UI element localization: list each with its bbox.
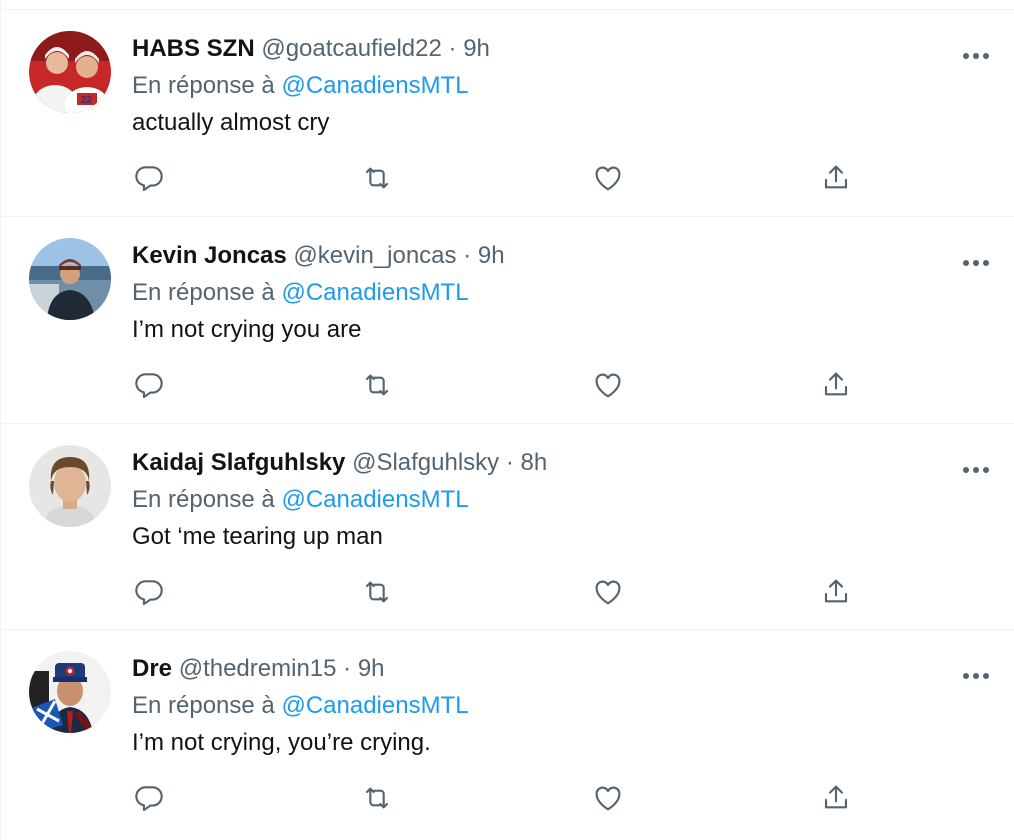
like-button[interactable] — [588, 365, 628, 405]
author-handle[interactable]: @Slafguhlsky — [352, 449, 499, 476]
reply-prefix: En réponse à — [132, 486, 275, 513]
tweet-actions — [1, 778, 1014, 818]
separator-dot: · — [505, 449, 514, 476]
author-handle[interactable]: @goatcaufield22 — [261, 35, 442, 62]
man-with-flag-avatar-icon — [29, 651, 111, 733]
more-icon — [963, 260, 989, 266]
tweet[interactable]: Kaidaj Slafguhlsky @Slafguhlsky · 8h En … — [1, 423, 1014, 629]
tweet-header: Dre @thedremin15 · 9h — [132, 654, 385, 684]
retweet-icon — [365, 787, 389, 809]
reply-mention-link[interactable]: @CanadiensMTL — [281, 692, 468, 719]
timestamp[interactable]: 9h — [478, 242, 505, 269]
young-man-portrait-avatar-icon — [29, 445, 111, 527]
reply-mention-link[interactable]: @CanadiensMTL — [281, 279, 468, 306]
tweet-actions — [1, 572, 1014, 612]
tweet-text: actually almost cry — [132, 109, 330, 136]
timestamp[interactable]: 9h — [358, 655, 385, 682]
separator-dot: · — [343, 655, 352, 682]
reply-context: En réponse à @CanadiensMTL — [132, 278, 469, 308]
tweet-text: Got ‘me tearing up man — [132, 523, 383, 550]
like-icon — [595, 580, 621, 605]
more-button[interactable] — [960, 46, 992, 66]
author-name[interactable]: HABS SZN — [132, 35, 255, 62]
avatar[interactable] — [29, 651, 111, 733]
reply-icon — [135, 373, 163, 399]
person-by-water-avatar-icon — [29, 238, 111, 320]
like-icon — [595, 786, 621, 811]
tweet-text: I’m not crying you are — [132, 316, 362, 343]
tweet-actions — [1, 365, 1014, 405]
more-button[interactable] — [960, 666, 992, 686]
like-icon — [595, 373, 621, 398]
share-button[interactable] — [816, 572, 856, 612]
like-button[interactable] — [588, 572, 628, 612]
retweet-button[interactable] — [357, 158, 397, 198]
avatar[interactable] — [29, 238, 111, 320]
tweet[interactable]: Dre @thedremin15 · 9h En réponse à @Cana… — [1, 629, 1014, 835]
hockey-players-avatar-icon: 22 — [29, 31, 111, 113]
retweet-icon — [365, 167, 389, 189]
share-icon — [824, 165, 848, 189]
share-icon — [824, 579, 848, 603]
tweet-header: HABS SZN @goatcaufield22 · 9h — [132, 34, 490, 64]
share-button[interactable] — [816, 778, 856, 818]
reply-context: En réponse à @CanadiensMTL — [132, 71, 469, 101]
tweet-header: Kaidaj Slafguhlsky @Slafguhlsky · 8h — [132, 448, 547, 478]
like-button[interactable] — [588, 778, 628, 818]
more-button[interactable] — [960, 460, 992, 480]
retweet-icon — [365, 581, 389, 603]
reply-mention-link[interactable]: @CanadiensMTL — [281, 486, 468, 513]
timestamp[interactable]: 9h — [463, 35, 490, 62]
avatar[interactable] — [29, 445, 111, 527]
reply-prefix: En réponse à — [132, 279, 275, 306]
reply-button[interactable] — [129, 158, 169, 198]
tweet-feed: 22 HABS SZN @goatcaufield22 · 9h En répo… — [0, 0, 1014, 840]
reply-button[interactable] — [129, 365, 169, 405]
retweet-button[interactable] — [357, 365, 397, 405]
more-icon — [963, 467, 989, 473]
reply-button[interactable] — [129, 778, 169, 818]
reply-context: En réponse à @CanadiensMTL — [132, 691, 469, 721]
share-icon — [824, 372, 848, 396]
tweet-text: I’m not crying, you’re crying. — [132, 729, 431, 756]
retweet-button[interactable] — [357, 572, 397, 612]
svg-text:22: 22 — [81, 95, 93, 106]
more-icon — [963, 673, 989, 679]
like-button[interactable] — [588, 158, 628, 198]
avatar[interactable]: 22 — [29, 31, 111, 113]
tweet-actions — [1, 158, 1014, 198]
retweet-button[interactable] — [357, 778, 397, 818]
retweet-icon — [365, 374, 389, 396]
separator-dot: · — [463, 242, 472, 269]
reply-icon — [135, 580, 163, 606]
share-button[interactable] — [816, 365, 856, 405]
separator-dot: · — [448, 35, 457, 62]
tweet[interactable]: Kevin Joncas @kevin_joncas · 9h En répon… — [1, 216, 1014, 422]
author-name[interactable]: Dre — [132, 655, 172, 682]
reply-icon — [135, 166, 163, 192]
tweet-header: Kevin Joncas @kevin_joncas · 9h — [132, 241, 505, 271]
reply-button[interactable] — [129, 572, 169, 612]
share-button[interactable] — [816, 158, 856, 198]
more-button[interactable] — [960, 253, 992, 273]
share-icon — [824, 785, 848, 809]
reply-mention-link[interactable]: @CanadiensMTL — [281, 72, 468, 99]
author-handle[interactable]: @thedremin15 — [179, 655, 337, 682]
reply-prefix: En réponse à — [132, 72, 275, 99]
reply-prefix: En réponse à — [132, 692, 275, 719]
author-name[interactable]: Kevin Joncas — [132, 242, 287, 269]
author-name[interactable]: Kaidaj Slafguhlsky — [132, 449, 345, 476]
author-handle[interactable]: @kevin_joncas — [293, 242, 456, 269]
more-icon — [963, 53, 989, 59]
like-icon — [595, 166, 621, 191]
reply-context: En réponse à @CanadiensMTL — [132, 485, 469, 515]
tweet[interactable]: 22 HABS SZN @goatcaufield22 · 9h En répo… — [1, 9, 1014, 215]
reply-icon — [135, 786, 163, 812]
timestamp[interactable]: 8h — [521, 449, 548, 476]
